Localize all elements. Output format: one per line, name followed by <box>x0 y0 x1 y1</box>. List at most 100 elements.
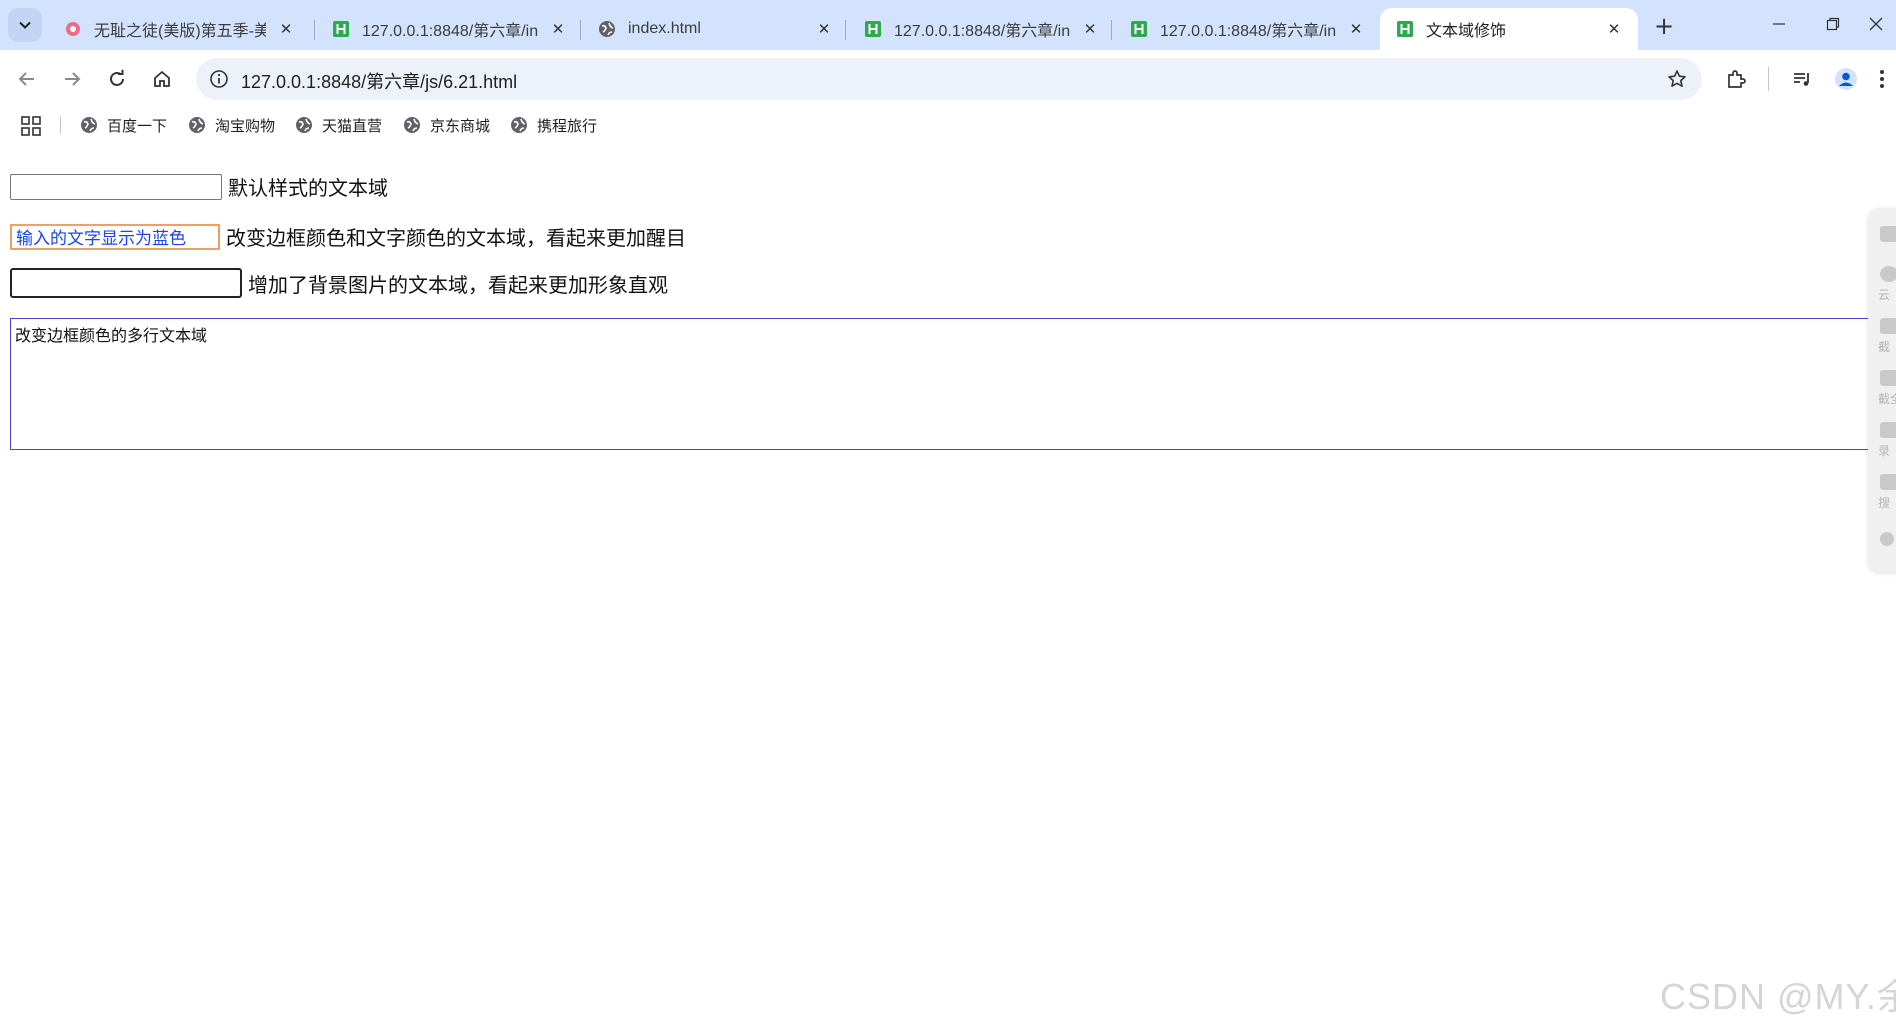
restore-icon <box>1826 17 1840 31</box>
close-window-button[interactable] <box>1856 6 1896 42</box>
arrow-left-icon <box>18 72 34 86</box>
row-bg-label: 增加了背景图片的文本域，看起来更加形象直观 <box>248 272 668 297</box>
address-url: 127.0.0.1:8848/第六章/js/6.21.html <box>241 72 518 92</box>
tab-title: 文本域修饰 <box>1426 23 1507 40</box>
globe-icon <box>511 117 527 133</box>
row-bg: 增加了背景图片的文本域，看起来更加形象直观 <box>10 268 668 298</box>
tab-strip: 无耻之徒(美版)第五季-美剧 ✕ 127.0.0.1:8848/第六章/inde… <box>0 0 1896 50</box>
menu-button[interactable] <box>1868 61 1896 97</box>
bookmark-label: 京东商城 <box>430 116 491 135</box>
tab-3[interactable]: 127.0.0.1:8848/第六章/index ✕ <box>848 8 1114 50</box>
home-icon <box>154 70 170 87</box>
playlist-icon <box>1794 73 1809 86</box>
reload-button[interactable] <box>99 61 135 97</box>
globe-icon <box>599 21 615 37</box>
address-bar[interactable]: 127.0.0.1:8848/第六章/js/6.21.html <box>196 58 1702 100</box>
floating-tool-panel[interactable]: 云 截 截全 录 搜 <box>1868 208 1896 574</box>
tab-title: 无耻之徒(美版)第五季-美剧 <box>94 23 266 40</box>
globe-icon <box>296 117 312 133</box>
tab-search-button[interactable] <box>8 8 42 42</box>
multiline-textarea[interactable]: 改变边框颜色的多行文本域 <box>10 318 1896 450</box>
page-content: 默认样式的文本域 改变边框颜色和文字颜色的文本域，看起来更加醒目 增加了背景图片… <box>0 142 1896 1025</box>
row-default: 默认样式的文本域 <box>10 172 388 201</box>
chevron-down-icon <box>19 21 31 29</box>
tab-title: index.html <box>628 20 701 37</box>
side-label: 截全 <box>1878 392 1896 406</box>
row-blue-label: 改变边框颜色和文字颜色的文本域，看起来更加醒目 <box>226 226 686 250</box>
side-label: 搜 <box>1878 496 1891 510</box>
close-icon[interactable]: ✕ <box>1604 19 1624 39</box>
puzzle-icon <box>1728 70 1746 88</box>
shield-icon[interactable] <box>1880 226 1896 242</box>
tab-0[interactable]: 无耻之徒(美版)第五季-美剧 ✕ <box>48 8 310 50</box>
close-icon[interactable]: ✕ <box>276 19 296 39</box>
back-button[interactable] <box>9 61 45 97</box>
bookmark-item[interactable]: 百度一下 <box>80 114 167 136</box>
home-button[interactable] <box>144 61 180 97</box>
tab-5-active[interactable]: 文本域修饰 ✕ <box>1380 8 1638 50</box>
hbuilder-h-icon <box>1131 21 1147 37</box>
bookmark-label: 天猫直营 <box>322 116 383 135</box>
toolbar-divider <box>1768 67 1769 91</box>
extensions-button[interactable] <box>1718 61 1754 97</box>
globe-icon <box>189 117 205 133</box>
side-label: 截 <box>1878 340 1891 354</box>
reload-icon <box>110 69 124 86</box>
media-control-button[interactable] <box>1784 61 1820 97</box>
apps-grid-icon[interactable] <box>20 115 42 137</box>
tab-2[interactable]: index.html ✕ <box>582 8 848 50</box>
tab-divider <box>1111 20 1112 40</box>
tab-4[interactable]: 127.0.0.1:8848/第六章/index ✕ <box>1114 8 1380 50</box>
camera-icon[interactable] <box>1880 318 1896 334</box>
arrow-right-icon <box>65 72 81 86</box>
tab-title: 127.0.0.1:8848/第六章/index <box>894 23 1070 40</box>
hbuilder-h-icon <box>333 21 349 37</box>
side-label: 云 <box>1878 288 1891 302</box>
bookmark-label: 淘宝购物 <box>215 116 276 135</box>
close-icon[interactable]: ✕ <box>1080 19 1100 39</box>
bookmark-item[interactable]: 携程旅行 <box>510 114 597 136</box>
avatar-icon <box>1835 68 1857 90</box>
minimize-icon <box>1773 23 1785 25</box>
profile-button[interactable] <box>1828 61 1864 97</box>
site-info-icon[interactable] <box>206 66 232 92</box>
hbuilder-h-icon <box>865 21 881 37</box>
tab-divider <box>580 20 581 40</box>
close-icon[interactable]: ✕ <box>548 19 568 39</box>
browser-toolbar: 127.0.0.1:8848/第六章/js/6.21.html <box>0 50 1896 108</box>
search-icon[interactable] <box>1880 474 1896 490</box>
bookmark-label: 携程旅行 <box>537 116 598 135</box>
watermark: CSDN @MY.余 <box>1660 976 1896 1017</box>
background-image-input[interactable] <box>10 268 242 298</box>
more-vert-icon <box>1880 70 1884 88</box>
record-icon[interactable] <box>1880 422 1896 438</box>
camera-full-icon[interactable] <box>1880 370 1896 386</box>
bookmark-star-icon[interactable] <box>1664 66 1690 92</box>
forward-button[interactable] <box>54 61 90 97</box>
globe-icon <box>81 117 97 133</box>
close-icon <box>1869 17 1883 31</box>
minimize-button[interactable] <box>1752 6 1806 42</box>
bookmark-item[interactable]: 京东商城 <box>403 114 490 136</box>
close-icon[interactable]: ✕ <box>814 19 834 39</box>
restore-button[interactable] <box>1806 6 1860 42</box>
side-label: 录 <box>1878 444 1891 458</box>
new-tab-button[interactable]: + <box>1648 10 1680 42</box>
tab-divider <box>314 20 315 40</box>
tab-1[interactable]: 127.0.0.1:8848/第六章/index ✕ <box>316 8 582 50</box>
bookmark-label: 百度一下 <box>107 116 168 135</box>
red-flower-icon <box>66 22 80 36</box>
bookmark-item[interactable]: 天猫直营 <box>295 114 382 136</box>
blue-text-input[interactable] <box>10 223 220 250</box>
bookmark-item[interactable]: 淘宝购物 <box>188 114 275 136</box>
default-text-input[interactable] <box>10 173 222 200</box>
close-icon[interactable]: ✕ <box>1346 19 1366 39</box>
bookmarks-bar: 百度一下 淘宝购物 天猫直营 京东商城 携程旅行 <box>0 108 1896 142</box>
tab-title: 127.0.0.1:8848/第六章/index <box>1160 23 1336 40</box>
bookmark-divider <box>60 116 61 134</box>
globe-icon <box>404 117 420 133</box>
settings-icon[interactable] <box>1880 532 1894 546</box>
row-default-label: 默认样式的文本域 <box>228 176 388 200</box>
tab-divider <box>845 20 846 40</box>
cloud-icon[interactable] <box>1880 266 1896 282</box>
